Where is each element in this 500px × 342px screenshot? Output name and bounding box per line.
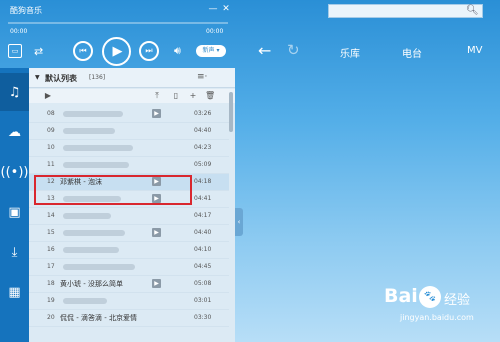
song-row[interactable]: 16 04:10 xyxy=(29,242,229,259)
song-number: 18 xyxy=(47,280,55,287)
next-icon: ⏭ xyxy=(145,46,153,55)
song-number: 11 xyxy=(47,161,55,168)
upload-icon[interactable]: ⤒ xyxy=(152,91,162,101)
radio-icon[interactable]: ((•)) xyxy=(0,153,29,191)
song-number: 17 xyxy=(47,263,55,270)
watermark-url: jingyan.baidu.com xyxy=(400,313,474,322)
song-row[interactable]: 15 ▶ 04:40 xyxy=(29,225,229,242)
next-button[interactable]: ⏭ xyxy=(139,41,159,61)
song-duration: 03:26 xyxy=(194,110,212,117)
add-icon[interactable]: + xyxy=(188,91,198,101)
watermark-logo: Bai xyxy=(384,285,418,307)
song-duration: 05:08 xyxy=(194,280,212,287)
song-row[interactable]: 17 04:45 xyxy=(29,259,229,276)
song-duration: 04:23 xyxy=(194,144,212,151)
song-row[interactable]: 11 05:09 xyxy=(29,157,229,174)
back-icon[interactable]: ← xyxy=(258,41,271,60)
playlist-header[interactable]: ▼ 默认列表 [136] ≡· xyxy=(29,68,235,88)
save-icon[interactable]: ▯ xyxy=(171,91,181,101)
scrollbar[interactable] xyxy=(229,92,233,132)
song-row[interactable]: 14 04:17 xyxy=(29,208,229,225)
progress-bar[interactable] xyxy=(8,22,228,24)
nav-tab-library[interactable]: 乐库 xyxy=(340,45,360,60)
song-row[interactable]: 09 04:40 xyxy=(29,123,229,140)
search-input[interactable] xyxy=(328,4,483,18)
song-duration: 04:10 xyxy=(194,246,212,253)
mv-icon[interactable]: ▶ xyxy=(152,279,161,288)
panel-collapse-icon[interactable]: ‹ xyxy=(235,208,243,236)
blurred-song-title xyxy=(63,111,123,117)
play-button[interactable]: ▶ xyxy=(102,37,131,66)
play-all-icon[interactable]: ▶ xyxy=(43,91,53,101)
time-current: 00:00 xyxy=(10,28,28,35)
blurred-song-title xyxy=(63,162,129,168)
play-icon: ▶ xyxy=(112,44,123,59)
blurred-song-title xyxy=(63,230,125,236)
blurred-song-title xyxy=(63,128,115,134)
song-row[interactable]: 20 侃侃 - 滴答滴 - 北京爱情 03:30 xyxy=(29,310,229,327)
playlist-name: 默认列表 xyxy=(45,74,77,83)
watermark-brand: 经验 xyxy=(444,293,471,308)
song-row[interactable]: 10 04:23 xyxy=(29,140,229,157)
sidebar: ♫ ☁ ((•)) ▣ ⤓ ▦ xyxy=(0,68,29,342)
song-duration: 03:01 xyxy=(194,297,212,304)
song-duration: 04:17 xyxy=(194,212,212,219)
music-note-icon[interactable]: ♫ xyxy=(0,73,29,111)
song-number: 14 xyxy=(47,212,55,219)
nav-tab-radio[interactable]: 电台 xyxy=(402,45,422,60)
song-duration: 03:30 xyxy=(194,314,212,321)
song-number: 16 xyxy=(47,246,55,253)
song-number: 19 xyxy=(47,297,55,304)
previous-icon: ⏮ xyxy=(79,46,87,55)
sound-effect-dropdown[interactable]: 新声 ▾ xyxy=(196,45,226,57)
download-icon[interactable]: ⤓ xyxy=(0,233,29,271)
refresh-icon[interactable]: ↻ xyxy=(287,41,300,59)
cloud-icon[interactable]: ☁ xyxy=(0,113,29,151)
previous-button[interactable]: ⏮ xyxy=(73,41,93,61)
song-duration: 04:40 xyxy=(194,127,212,134)
collapse-triangle-icon[interactable]: ▼ xyxy=(35,74,40,81)
song-duration: 04:18 xyxy=(194,178,212,185)
blurred-song-title xyxy=(63,145,133,151)
repeat-icon[interactable]: ⇄ xyxy=(34,45,43,58)
playlist-panel: ▼ 默认列表 [136] ≡· ▶ ⤒ ▯ + 🗑︎ 08 ▶ 03:26 09 04:… xyxy=(29,68,235,342)
song-number: 15 xyxy=(47,229,55,236)
song-number: 20 xyxy=(47,314,55,321)
minimize-icon[interactable]: — xyxy=(207,3,219,15)
mv-icon[interactable]: ▶ xyxy=(152,109,161,118)
mv-icon[interactable]: ▶ xyxy=(152,228,161,237)
search-icon[interactable]: 🔍︎ xyxy=(466,5,479,17)
song-duration: 04:40 xyxy=(194,229,212,236)
time-total: 00:00 xyxy=(206,28,224,35)
song-row[interactable]: 19 03:01 xyxy=(29,293,229,310)
song-number: 09 xyxy=(47,127,55,134)
blurred-song-title xyxy=(63,298,107,304)
local-music-icon[interactable]: ▣ xyxy=(0,193,29,231)
delete-icon[interactable]: 🗑︎ xyxy=(205,91,215,101)
song-row[interactable]: 18 黄小琥 - 没那么简单 ▶ 05:08 xyxy=(29,276,229,293)
menu-icon[interactable]: ≡· xyxy=(197,72,207,82)
song-title: 黄小琥 - 没那么简单 xyxy=(60,280,123,288)
song-number: 10 xyxy=(47,144,55,151)
apps-icon[interactable]: ▦ xyxy=(0,273,29,311)
song-duration: 04:45 xyxy=(194,263,212,270)
song-row[interactable]: 08 ▶ 03:26 xyxy=(29,106,229,123)
app-title: 酷狗音乐 xyxy=(10,6,42,15)
paw-icon: 🐾︎ xyxy=(419,286,441,308)
volume-icon[interactable]: 🔊︎ xyxy=(174,44,181,58)
blurred-song-title xyxy=(63,213,111,219)
blurred-song-title xyxy=(63,247,119,253)
close-icon[interactable]: ✕ xyxy=(220,3,232,15)
blurred-song-title xyxy=(63,264,135,270)
playlist-count: [136] xyxy=(89,74,106,81)
mini-mode-icon[interactable]: ▭ xyxy=(8,44,22,58)
nav-tab-mv[interactable]: MV xyxy=(467,45,482,56)
song-title: 侃侃 - 滴答滴 - 北京爱情 xyxy=(60,314,137,322)
song-duration: 04:41 xyxy=(194,195,212,202)
annotation-highlight-box xyxy=(34,175,192,205)
song-number: 08 xyxy=(47,110,55,117)
playlist-toolbar: ▶ ⤒ ▯ + 🗑︎ xyxy=(29,89,235,103)
song-duration: 05:09 xyxy=(194,161,212,168)
